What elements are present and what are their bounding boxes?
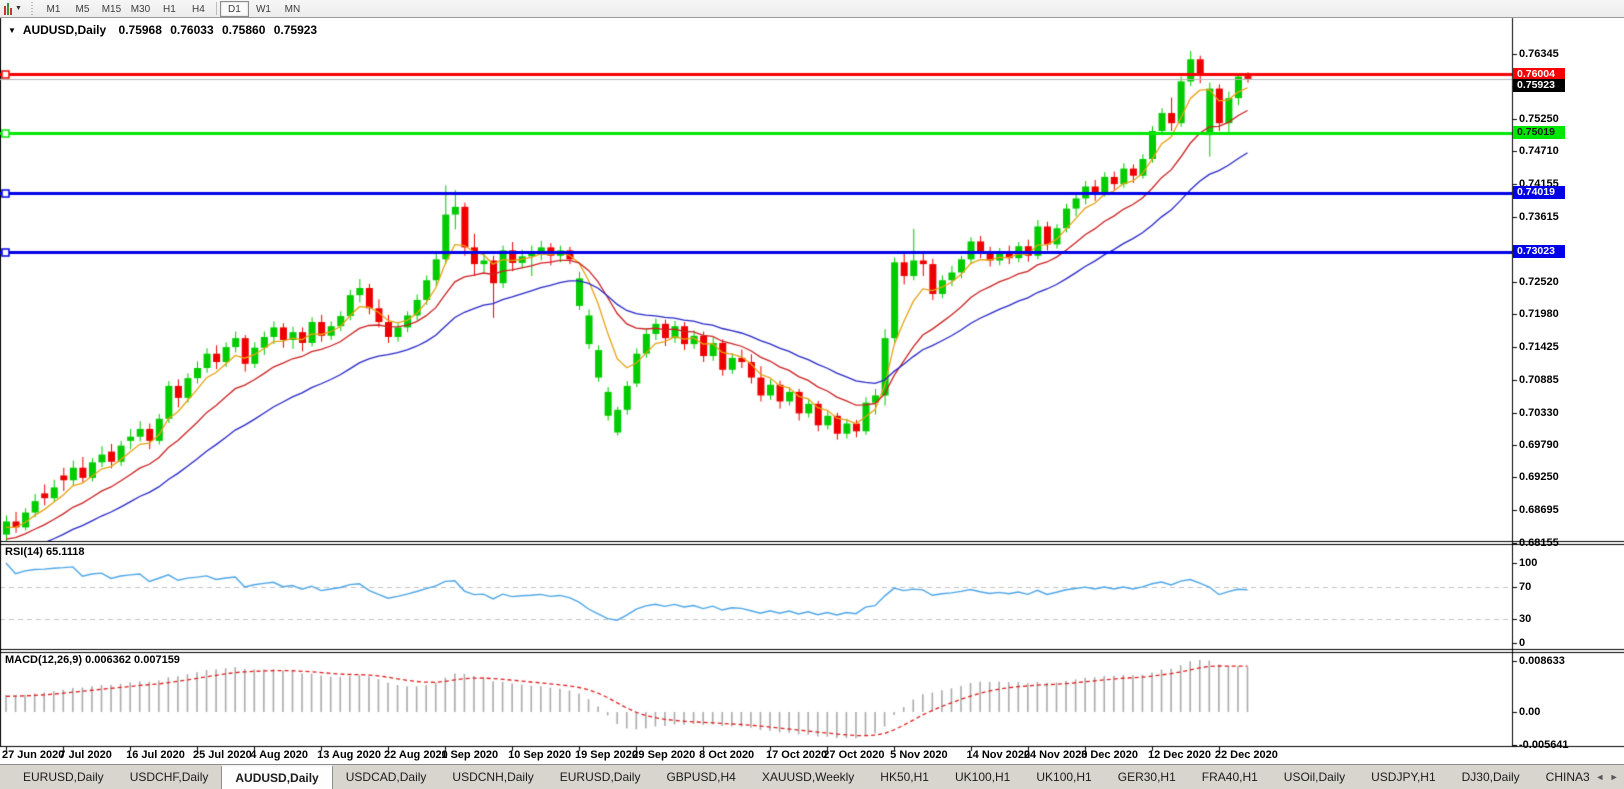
timeframe-button-mn[interactable]: MN (278, 1, 307, 17)
tab-fra40-h1[interactable]: FRA40,H1 (1189, 765, 1271, 789)
tab-audusd-daily[interactable]: AUDUSD,Daily (221, 765, 333, 789)
tab-uk100-h1[interactable]: UK100,H1 (942, 765, 1023, 789)
chart-tool-dropdown[interactable]: ▼ (0, 0, 26, 17)
timeframe-button-w1[interactable]: W1 (249, 1, 278, 17)
tab-dj30-daily[interactable]: DJ30,Daily (1449, 765, 1533, 789)
timeframe-button-m5[interactable]: M5 (68, 1, 97, 17)
candlestick-chart-icon (4, 2, 12, 15)
timeframe-button-m1[interactable]: M1 (39, 1, 68, 17)
toolbar-divider (215, 2, 217, 15)
tab-usdcad-daily[interactable]: USDCAD,Daily (333, 765, 440, 789)
timeframe-button-h4[interactable]: H4 (184, 1, 213, 17)
toolbar-grip-handle[interactable] (29, 1, 35, 16)
tab-eurusd-daily[interactable]: EURUSD,Daily (10, 765, 117, 789)
price-chart-canvas[interactable] (0, 0, 1624, 789)
tab-scroll-controls: ◄ ► (1590, 764, 1624, 789)
timeframe-button-m15[interactable]: M15 (97, 1, 126, 17)
chevron-down-icon: ▼ (15, 5, 22, 12)
timeframe-button-m30[interactable]: M30 (126, 1, 155, 17)
tab-usdcnh-daily[interactable]: USDCNH,Daily (439, 765, 546, 789)
tab-xauusd-weekly[interactable]: XAUUSD,Weekly (749, 765, 867, 789)
tab-hk50-h1[interactable]: HK50,H1 (867, 765, 942, 789)
tab-usoil-daily[interactable]: USOil,Daily (1271, 765, 1358, 789)
tab-scroll-left-icon[interactable]: ◄ (1595, 772, 1604, 782)
tab-scroll-right-icon[interactable]: ► (1610, 772, 1619, 782)
tab-usdchf-daily[interactable]: USDCHF,Daily (117, 765, 222, 789)
timeframe-toolbar: ▼ M1 M5 M15 M30 H1 H4 D1 W1 MN (0, 0, 1624, 18)
timeframe-button-h1[interactable]: H1 (155, 1, 184, 17)
tab-eurusd-daily[interactable]: EURUSD,Daily (547, 765, 654, 789)
trading-platform-window: ▼ M1 M5 M15 M30 H1 H4 D1 W1 MN ▼ AUDUSD,Daily 0.… (0, 0, 1624, 789)
instrument-tab-bar: EURUSD,Daily USDCHF,Daily AUDUSD,Daily USDC… (0, 764, 1624, 789)
timeframe-button-d1[interactable]: D1 (219, 0, 249, 17)
tab-ger30-h1[interactable]: GER30,H1 (1105, 765, 1189, 789)
tab-uk100-h1[interactable]: UK100,H1 (1023, 765, 1104, 789)
tab-gbpusd-h4[interactable]: GBPUSD,H4 (653, 765, 748, 789)
tab-usdjpy-h1[interactable]: USDJPY,H1 (1358, 765, 1448, 789)
